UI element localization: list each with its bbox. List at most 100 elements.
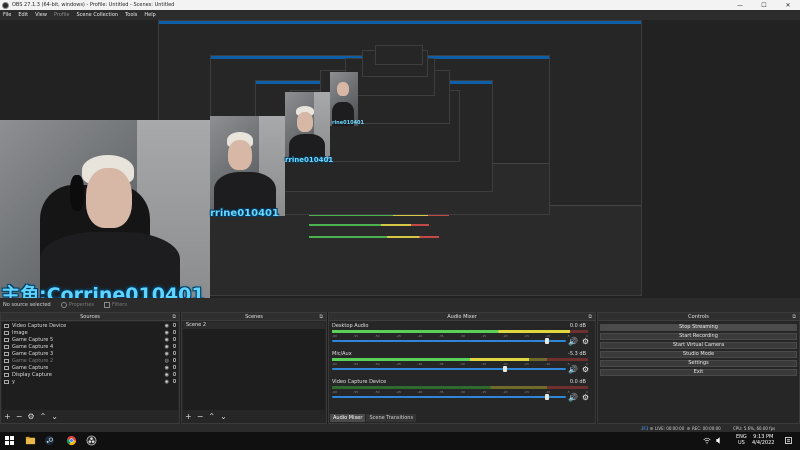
settings-button[interactable]: Settings <box>600 360 797 367</box>
studio-mode-button[interactable]: Studio Mode <box>600 351 797 358</box>
move-up-button[interactable]: ⌃ <box>40 412 47 421</box>
meter-tick-label: -45 <box>395 362 401 366</box>
source-item[interactable]: Game Capture 5 ◉ <box>2 336 178 343</box>
title-bar: OBS 27.1.3 (64-bit, windows) - Profile: … <box>0 0 800 10</box>
start-recording-button[interactable]: Start Recording <box>600 333 797 340</box>
scene-item[interactable]: Scene 2 <box>183 322 325 329</box>
source-item[interactable]: Game Capture 4 ◉ <box>2 343 178 350</box>
source-item[interactable]: Game Capture ◉ <box>2 364 178 371</box>
lock-icon[interactable] <box>173 330 176 334</box>
source-item[interactable]: Game Capture 3 ◉ <box>2 350 178 357</box>
undock-icon[interactable]: ⧉ <box>172 313 176 321</box>
minimize-button[interactable]: — <box>728 0 752 10</box>
chrome-icon[interactable] <box>66 435 77 446</box>
menu-scene-collection[interactable]: Scene Collection <box>76 12 118 18</box>
clock[interactable]: 9:13 PM 4/4/2022 <box>752 434 774 446</box>
stop-streaming-button[interactable]: Stop Streaming <box>600 324 797 331</box>
steam-icon[interactable] <box>44 435 55 446</box>
speaker-icon[interactable]: 🔊 <box>568 393 578 402</box>
start-virtual-camera-button[interactable]: Start Virtual Camera <box>600 342 797 349</box>
source-item[interactable]: Image ◉ <box>2 329 178 336</box>
menu-bar: File Edit View Profile Scene Collection … <box>0 10 800 20</box>
obs-taskbar-icon[interactable] <box>86 435 97 446</box>
add-scene-button[interactable]: + <box>185 412 192 421</box>
scenes-dock-title: Scenes ⧉ <box>182 313 326 321</box>
meter-tick-label: -35 <box>438 390 444 394</box>
meter-tick-label: -40 <box>417 390 423 394</box>
tab-scene-transitions[interactable]: Scene Transitions <box>366 414 417 422</box>
add-source-button[interactable]: + <box>4 412 11 421</box>
gear-icon[interactable]: ⚙ <box>582 365 589 374</box>
speaker-icon[interactable]: 🔊 <box>568 337 578 346</box>
notification-icon[interactable] <box>784 435 793 446</box>
source-item[interactable]: Game Capture 2 ◎ <box>2 357 178 364</box>
preview-canvas[interactable]: rine010401 rrine010401 rrine010401 主角:Co… <box>0 20 800 298</box>
source-item[interactable]: y ◉ <box>2 378 178 385</box>
sources-dock-title: Sources ⧉ <box>1 313 179 321</box>
file-explorer-icon[interactable] <box>25 435 36 446</box>
lock-icon[interactable] <box>173 337 176 341</box>
remove-scene-button[interactable]: − <box>197 412 204 421</box>
live-indicator-icon <box>650 427 653 430</box>
properties-button[interactable]: Properties <box>60 302 94 308</box>
lock-icon[interactable] <box>173 344 176 348</box>
mixer-tabs: Audio Mixer Scene Transitions <box>330 414 417 422</box>
meter-tick-label: -25 <box>481 334 487 338</box>
volume-tray-icon[interactable] <box>715 435 723 446</box>
channel-db: 0.0 dB <box>569 323 586 329</box>
menu-view[interactable]: View <box>35 12 47 18</box>
volume-slider[interactable] <box>332 338 566 344</box>
gear-icon <box>60 302 67 308</box>
lock-icon[interactable] <box>173 379 176 383</box>
meter-tick-label: -35 <box>438 334 444 338</box>
menu-profile[interactable]: Profile <box>54 12 70 18</box>
source-item[interactable]: Display Capture ◉ <box>2 371 178 378</box>
source-item[interactable]: Video Capture Device ◉ <box>2 322 178 329</box>
meter-tick-label: -45 <box>395 390 401 394</box>
channel-db: -5.3 dB <box>568 351 586 357</box>
menu-edit[interactable]: Edit <box>18 12 28 18</box>
rec-time: REC: 00:00:00 <box>692 426 721 431</box>
maximize-button[interactable]: ☐ <box>752 0 776 10</box>
remove-source-button[interactable]: − <box>16 412 23 421</box>
lock-icon[interactable] <box>173 351 176 355</box>
menu-tools[interactable]: Tools <box>125 12 137 18</box>
no-source-label: No source selected <box>3 302 51 308</box>
lock-icon[interactable] <box>173 323 176 327</box>
lock-icon[interactable] <box>173 372 176 376</box>
text-icon <box>4 379 9 384</box>
menu-file[interactable]: File <box>3 12 11 18</box>
nested-preview-8 <box>375 45 423 65</box>
move-down-button[interactable]: ⌄ <box>220 412 227 421</box>
exit-button[interactable]: Exit <box>600 369 797 376</box>
game-icon <box>4 365 9 370</box>
gear-icon[interactable]: ⚙ <box>582 393 589 402</box>
lock-icon[interactable] <box>173 358 176 362</box>
undock-icon[interactable]: ⧉ <box>588 313 592 321</box>
meter-tick-label: -30 <box>459 390 465 394</box>
close-button[interactable]: ✕ <box>776 0 800 10</box>
camera-icon <box>4 323 9 328</box>
undock-icon[interactable]: ⧉ <box>319 313 323 321</box>
volume-slider[interactable] <box>332 366 566 372</box>
volume-slider[interactable] <box>332 394 566 400</box>
filters-button[interactable]: Filters <box>103 302 127 308</box>
wifi-icon[interactable] <box>703 435 711 446</box>
meter-tick-label: -40 <box>417 334 423 338</box>
lock-icon[interactable] <box>173 365 176 369</box>
windows-start-icon[interactable] <box>5 436 14 445</box>
speaker-icon[interactable]: 🔊 <box>568 365 578 374</box>
controls-dock: Controls ⧉ Stop Streaming Start Recordin… <box>597 312 800 424</box>
undock-icon[interactable]: ⧉ <box>792 313 796 321</box>
mixer-channel: Video Capture Device 0.0 dB -60 -55 -50 -45… <box>332 379 592 406</box>
move-up-button[interactable]: ⌃ <box>208 412 215 421</box>
visibility-eye-icon[interactable]: ◉ <box>165 379 169 385</box>
language-indicator[interactable]: ENG US <box>736 434 747 446</box>
scenes-dock: Scenes ⧉ Scene 2 + − ⌃ ⌄ <box>181 312 327 424</box>
menu-help[interactable]: Help <box>144 12 155 18</box>
volume-meter <box>332 358 588 361</box>
move-down-button[interactable]: ⌄ <box>51 412 58 421</box>
gear-icon[interactable]: ⚙ <box>582 337 589 346</box>
tab-audio-mixer[interactable]: Audio Mixer <box>330 414 366 422</box>
gear-icon[interactable]: ⚙ <box>27 412 34 421</box>
